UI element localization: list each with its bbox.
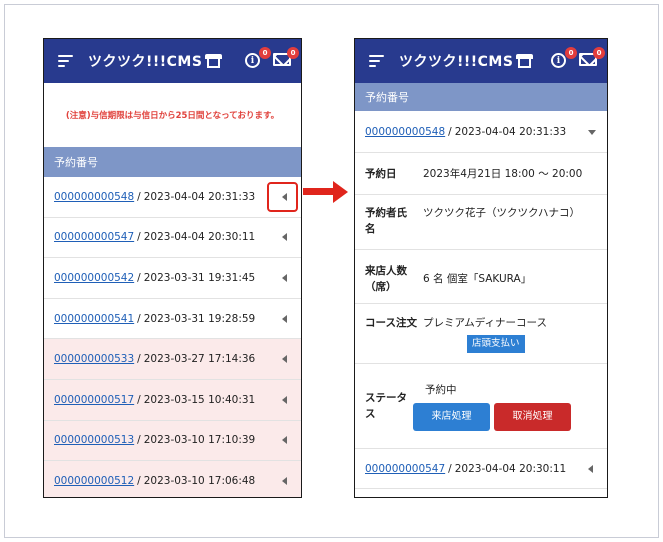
- app-header: ツクツク!!!CMS i 0 0: [44, 39, 301, 83]
- shop-icon: [205, 54, 223, 68]
- reservation-datetime: 2023-03-31 19:31:45: [143, 271, 256, 284]
- reservation-row[interactable]: 000000000541/2023-03-31 19:28:59: [44, 299, 301, 340]
- expand-icon[interactable]: [282, 355, 287, 364]
- section-header: 予約番号: [44, 147, 301, 177]
- reservation-id-link[interactable]: 000000000547: [54, 231, 134, 243]
- reservation-id-link[interactable]: 000000000547: [365, 463, 445, 475]
- reservation-datetime: 2023-03-15 10:40:31: [143, 393, 256, 406]
- reservation-id-link[interactable]: 000000000548: [365, 126, 445, 138]
- reservation-datetime: 2023-04-04 20:30:11: [143, 231, 256, 244]
- app-header: ツクツク!!!CMS i 0 0: [355, 39, 607, 83]
- payment-tag: 店頭支払い: [467, 335, 525, 353]
- reservation-id-link[interactable]: 000000000513: [54, 434, 134, 446]
- detail-guests: 来店人数（席） 6 名 個室「SAKURA」: [355, 250, 607, 304]
- detail-status: ステータス 予約中 来店処理 取消処理: [355, 364, 607, 449]
- phone-list-view: ツクツク!!!CMS i 0 0 (注意)与信期限は与信日から25日間となってお…: [43, 38, 302, 498]
- app-logo[interactable]: ツクツク!!!CMS: [88, 51, 223, 71]
- mail-button[interactable]: 0: [579, 47, 605, 69]
- collapse-icon[interactable]: [588, 129, 596, 135]
- expand-icon[interactable]: [282, 233, 287, 242]
- reservation-datetime: 2023-03-31 19:28:59: [143, 312, 256, 325]
- cancel-button[interactable]: 取消処理: [494, 402, 571, 431]
- expand-icon[interactable]: [282, 314, 287, 323]
- reservation-datetime: 2023-03-27 17:14:36: [143, 353, 256, 366]
- expand-icon[interactable]: [588, 464, 593, 473]
- detail-value: 6 名 個室「SAKURA」: [423, 273, 532, 285]
- menu-icon[interactable]: [58, 55, 73, 67]
- reservation-datetime: 2023-03-10 17:10:39: [143, 434, 256, 447]
- info-button[interactable]: i 0: [551, 47, 577, 69]
- highlight-annotation: [267, 181, 298, 212]
- app-logo[interactable]: ツクツク!!!CMS: [399, 51, 534, 71]
- detail-label: 来店人数（席）: [365, 265, 407, 293]
- reservation-datetime: 2023-03-10 17:06:48: [143, 474, 256, 487]
- detail-value: 2023年4月21日 18:00 〜 20:00: [423, 167, 583, 180]
- mail-badge: 0: [287, 47, 299, 59]
- reservation-row[interactable]: 000000000547/2023-04-04 20:30:11: [44, 218, 301, 259]
- detail-label: 予約日: [365, 167, 397, 180]
- transition-arrow: [303, 181, 349, 203]
- logo-text: ツクツク!!!CMS: [88, 54, 203, 70]
- expand-icon[interactable]: [282, 395, 287, 404]
- reservation-row-expanded[interactable]: 000000000548/2023-04-04 20:31:33: [355, 111, 607, 153]
- reservation-row[interactable]: 000000000542/2023-03-31 19:31:45: [44, 258, 301, 299]
- reservation-id-link[interactable]: 000000000541: [54, 313, 134, 325]
- reservation-id-link[interactable]: 000000000512: [54, 475, 134, 487]
- shop-icon: [516, 54, 534, 68]
- reservation-id-link[interactable]: 000000000542: [54, 272, 134, 284]
- detail-name: 予約者氏名 ツクツク花子（ツクツクハナコ）: [355, 195, 607, 250]
- detail-value: ツクツク花子（ツクツクハナコ）: [423, 207, 580, 219]
- info-badge: 0: [565, 47, 577, 59]
- reservation-datetime: 2023-04-04 20:30:11: [454, 462, 567, 475]
- menu-icon[interactable]: [369, 55, 384, 67]
- detail-course: コース注文 プレミアムディナーコース 店頭支払い: [355, 304, 607, 364]
- phone-detail-view: ツクツク!!!CMS i 0 0 予約番号 000000000548/2023-…: [354, 38, 608, 498]
- credit-notice: (注意)与信期限は与信日から25日間となっております。: [65, 111, 280, 121]
- reservation-row[interactable]: 000000000517/2023-03-15 10:40:31: [44, 379, 301, 421]
- reservation-list: 000000000548/2023-04-04 20:31:33 0000000…: [44, 177, 301, 497]
- reservation-id-link[interactable]: 000000000548: [54, 191, 134, 203]
- expand-icon[interactable]: [282, 273, 287, 282]
- mail-button[interactable]: 0: [273, 47, 299, 69]
- reservation-row[interactable]: 000000000513/2023-03-10 17:10:39: [44, 420, 301, 462]
- reservation-id-link[interactable]: 000000000517: [54, 394, 134, 406]
- expand-icon[interactable]: [282, 436, 287, 445]
- expand-icon[interactable]: [282, 476, 287, 485]
- reservation-row[interactable]: 000000000548/2023-04-04 20:31:33: [44, 177, 301, 218]
- reservation-row[interactable]: 000000000533/2023-03-27 17:14:36: [44, 339, 301, 380]
- info-badge: 0: [259, 47, 271, 59]
- logo-text: ツクツク!!!CMS: [399, 54, 514, 70]
- info-icon: i: [245, 53, 260, 68]
- reservation-datetime: 2023-04-04 20:31:33: [454, 125, 567, 138]
- detail-label: 予約者氏名: [365, 207, 407, 235]
- reservation-row[interactable]: 000000000512/2023-03-10 17:06:48: [44, 461, 301, 497]
- reservation-row[interactable]: 000000000547/2023-04-04 20:30:11: [355, 449, 607, 489]
- info-icon: i: [551, 53, 566, 68]
- mail-badge: 0: [593, 47, 605, 59]
- detail-date: 予約日 2023年4月21日 18:00 〜 20:00: [355, 153, 607, 195]
- reservation-id-link[interactable]: 000000000533: [54, 353, 134, 365]
- detail-label: コース注文: [365, 317, 417, 329]
- status-value: 予約中: [425, 383, 457, 396]
- info-button[interactable]: i 0: [245, 47, 271, 69]
- course-name: プレミアムディナーコース: [423, 317, 548, 329]
- visit-button[interactable]: 来店処理: [413, 402, 490, 431]
- section-header: 予約番号: [355, 83, 607, 111]
- reservation-datetime: 2023-04-04 20:31:33: [143, 190, 256, 203]
